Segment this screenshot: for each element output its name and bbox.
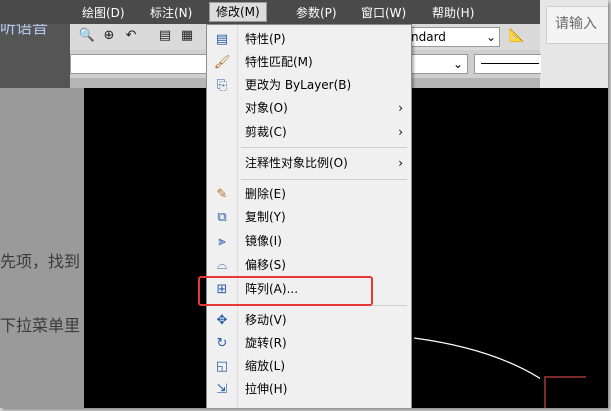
- properties-panel-icon[interactable]: ▤: [156, 27, 174, 45]
- menu-separator: [241, 147, 407, 148]
- properties-icon: ▤: [215, 32, 229, 47]
- copy-icon: ⧉: [217, 210, 227, 225]
- menu-help[interactable]: 帮助(H): [432, 4, 474, 21]
- menu-parametric[interactable]: 参数(P): [296, 4, 337, 21]
- linetype-preview: [481, 63, 539, 64]
- offset-icon: ⌓: [216, 258, 228, 273]
- menu-window[interactable]: 窗口(W): [361, 4, 406, 21]
- menu-item-label: 更改为 ByLayer(B): [245, 78, 352, 92]
- modify-menu-dropdown: ▤ 特性(P) 🖌 特性匹配(M) ⎘ 更改为 ByLayer(B) 对象(O)…: [206, 24, 412, 408]
- menu-item-label: 剪裁(C): [245, 125, 287, 139]
- stretch-icon: ⇲: [216, 382, 228, 397]
- menu-item-clip[interactable]: 剪裁(C) ›: [207, 121, 411, 144]
- chevron-right-icon: ›: [398, 125, 403, 139]
- menu-item-label: 对象(O): [245, 101, 288, 115]
- menu-item-move[interactable]: ✥ 移动(V): [207, 309, 411, 332]
- menu-item-label: 旋转(R): [245, 336, 287, 350]
- menu-item-erase[interactable]: ✎ 删除(E): [207, 183, 411, 206]
- menu-draw[interactable]: 绘图(D): [82, 4, 125, 21]
- zoom-window-icon[interactable]: ⊕: [100, 27, 118, 45]
- chevron-down-icon: ⌄: [485, 30, 496, 44]
- right-canvas-area: [540, 88, 608, 408]
- bylayer-icon: ⎘: [216, 78, 228, 93]
- text-style-value: ndard: [411, 30, 446, 44]
- menu-modify[interactable]: 修改(M): [209, 2, 267, 22]
- canvas-corner-marker: [544, 376, 586, 408]
- chevron-right-icon: ›: [398, 101, 403, 115]
- menu-item-mirror[interactable]: ⫸ 镜像(I): [207, 230, 411, 253]
- menu-item-label: 拉伸(H): [245, 382, 288, 396]
- doc-text-line-1: 先项，找到: [0, 252, 81, 271]
- scale-icon: ◱: [215, 359, 229, 374]
- menu-item-offset[interactable]: ⌓ 偏移(S): [207, 254, 411, 277]
- search-input[interactable]: 请输入: [546, 6, 608, 44]
- menu-item-copy[interactable]: ⧉ 复制(Y): [207, 206, 411, 229]
- menu-item-label: 缩放(L): [245, 359, 286, 373]
- menu-separator: [241, 179, 407, 180]
- linetype-combo[interactable]: [474, 54, 541, 74]
- zoom-icon[interactable]: 🔍: [78, 27, 96, 45]
- menu-item-label: 删除(E): [245, 187, 286, 201]
- design-center-icon[interactable]: ▦: [178, 27, 196, 45]
- menu-dimension[interactable]: 标注(N): [150, 4, 192, 21]
- menu-item-label: 偏移(S): [245, 258, 286, 272]
- menu-item-label: 特性(P): [245, 32, 286, 46]
- menu-item-rotate[interactable]: ↻ 旋转(R): [207, 332, 411, 355]
- screenshot-frame: 听语音 绘图(D) 标注(N) 修改(M) 参数(P) 窗口(W) 帮助(H) …: [0, 0, 608, 408]
- menu-item-label: 移动(V): [245, 313, 287, 327]
- zoom-previous-icon[interactable]: ↶: [122, 27, 140, 45]
- menu-bar: 绘图(D) 标注(N) 修改(M) 参数(P) 窗口(W) 帮助(H): [0, 0, 540, 24]
- menu-item-match-properties[interactable]: 🖌 特性匹配(M): [207, 51, 411, 74]
- menu-item-annotative-scale[interactable]: 注释性对象比例(O) ›: [207, 152, 411, 175]
- array-highlight-box: [198, 276, 373, 306]
- menu-item-label: 镜像(I): [245, 234, 282, 248]
- match-properties-icon: 🖌: [213, 55, 231, 70]
- rotate-icon: ↻: [216, 336, 228, 351]
- chevron-right-icon: ›: [398, 156, 403, 170]
- doc-text-line-2: 下拉菜单里: [0, 316, 81, 335]
- menu-item-scale[interactable]: ◱ 缩放(L): [207, 355, 411, 378]
- menu-item-stretch[interactable]: ⇲ 拉伸(H): [207, 378, 411, 401]
- left-document-area: 先项，找到 下拉菜单里: [0, 88, 84, 408]
- chevron-down-icon: ⌄: [452, 57, 463, 71]
- erase-icon: ✎: [216, 187, 228, 202]
- menu-item-label: 复制(Y): [245, 210, 286, 224]
- menu-item-bylayer[interactable]: ⎘ 更改为 ByLayer(B): [207, 74, 411, 97]
- text-style-combo[interactable]: ndard ⌄: [406, 27, 500, 47]
- menu-item-properties[interactable]: ▤ 特性(P): [207, 28, 411, 51]
- move-icon: ✥: [216, 313, 228, 328]
- menu-item-label: 特性匹配(M): [245, 55, 313, 69]
- menu-item-object[interactable]: 对象(O) ›: [207, 97, 411, 120]
- dimension-style-icon[interactable]: 📐: [508, 27, 526, 45]
- mirror-icon: ⫸: [218, 234, 226, 249]
- menu-item-label: 注释性对象比例(O): [245, 156, 348, 170]
